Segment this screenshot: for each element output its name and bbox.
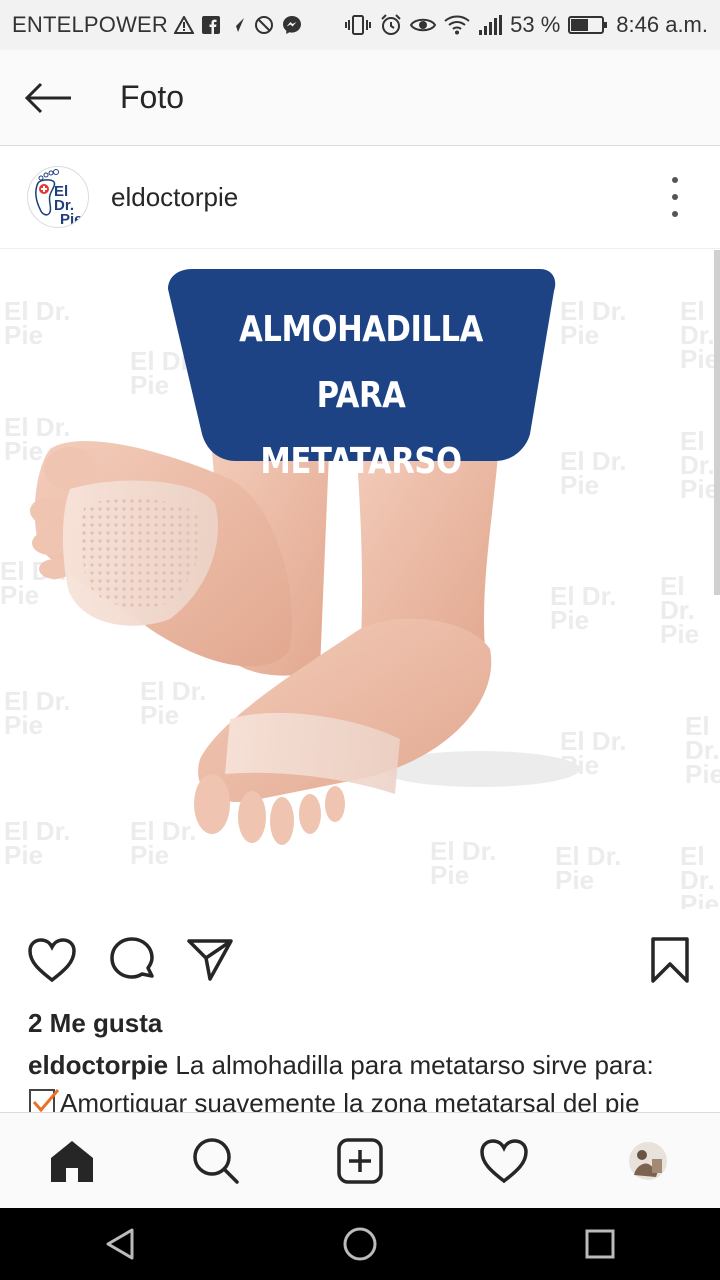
clock: 8:46 a.m. bbox=[616, 12, 708, 37]
facebook-icon bbox=[202, 16, 221, 34]
nav-home[interactable] bbox=[36, 1125, 108, 1197]
more-dot bbox=[672, 194, 678, 200]
alarm-icon bbox=[381, 14, 401, 35]
battery-percent: 53 % bbox=[510, 12, 561, 37]
status-bar: ENTELPOWER 53 % 8:46 a.m. bbox=[0, 0, 720, 50]
send-icon bbox=[187, 939, 233, 981]
like-button[interactable] bbox=[26, 934, 78, 986]
back-button[interactable] bbox=[18, 68, 78, 128]
system-status: 53 % 8:46 a.m. bbox=[344, 12, 708, 38]
signal-icon bbox=[479, 15, 503, 35]
caption-username[interactable]: eldoctorpie bbox=[28, 1050, 168, 1080]
profile-avatar bbox=[629, 1142, 667, 1180]
heart-nav-icon bbox=[480, 1139, 528, 1184]
comment-icon bbox=[110, 937, 154, 979]
more-options-button[interactable] bbox=[668, 177, 682, 217]
square-recents-icon bbox=[585, 1229, 615, 1259]
post-actions bbox=[0, 910, 720, 1010]
vibrate-icon bbox=[345, 15, 372, 35]
scrollbar[interactable] bbox=[714, 250, 720, 595]
app-header: Foto bbox=[0, 50, 720, 146]
save-button[interactable] bbox=[648, 934, 692, 986]
messenger-icon bbox=[283, 16, 302, 34]
nav-activity[interactable] bbox=[468, 1125, 540, 1197]
system-home-button[interactable] bbox=[320, 1214, 400, 1274]
post-header: El Dr. Pie eldoctorpie bbox=[0, 146, 720, 249]
carrier-name: ENTELPOWER bbox=[12, 12, 169, 37]
page-title: Foto bbox=[120, 79, 185, 115]
heart-icon bbox=[28, 938, 76, 983]
nav-profile[interactable] bbox=[612, 1125, 684, 1197]
post-photo[interactable]: El Dr. Pie El Dr. Pie El Dr. Pie El Dr. Pie … bbox=[0, 249, 720, 909]
bookmark-icon bbox=[651, 937, 689, 983]
avatar-logo-text: El Dr. Pie bbox=[54, 183, 83, 228]
share-button[interactable] bbox=[184, 934, 236, 986]
system-recents-button[interactable] bbox=[560, 1214, 640, 1274]
search-icon bbox=[193, 1138, 239, 1184]
image-banner-text: ALMOHADILLA PARA METATARSO bbox=[239, 309, 483, 482]
block-icon bbox=[255, 16, 274, 34]
likes-count[interactable]: 2 Me gusta bbox=[28, 1008, 162, 1039]
back-arrow-icon bbox=[24, 82, 71, 113]
caption-text: La almohadilla para metatarso sirve para… bbox=[175, 1050, 654, 1080]
nav-search[interactable] bbox=[180, 1125, 252, 1197]
system-back-button[interactable] bbox=[80, 1214, 160, 1274]
more-dot bbox=[672, 177, 678, 183]
comment-button[interactable] bbox=[106, 934, 158, 986]
eye-icon bbox=[410, 18, 437, 32]
circle-home-icon bbox=[343, 1227, 377, 1261]
wifi-icon bbox=[444, 15, 470, 35]
battery-icon bbox=[568, 16, 608, 34]
warning-icon bbox=[174, 16, 195, 34]
notification-icons bbox=[174, 15, 302, 35]
send-status-icon bbox=[230, 18, 245, 32]
add-post-icon bbox=[337, 1138, 383, 1184]
more-dot bbox=[672, 211, 678, 217]
triangle-back-icon bbox=[106, 1228, 134, 1260]
post-caption: eldoctorpie La almohadilla para metatars… bbox=[28, 1046, 708, 1122]
post-username[interactable]: eldoctorpie bbox=[111, 182, 238, 213]
home-icon bbox=[51, 1141, 93, 1182]
bottom-navigation bbox=[0, 1112, 720, 1209]
avatar[interactable]: El Dr. Pie bbox=[27, 166, 89, 228]
nav-new-post[interactable] bbox=[324, 1125, 396, 1197]
system-navigation bbox=[0, 1208, 720, 1280]
